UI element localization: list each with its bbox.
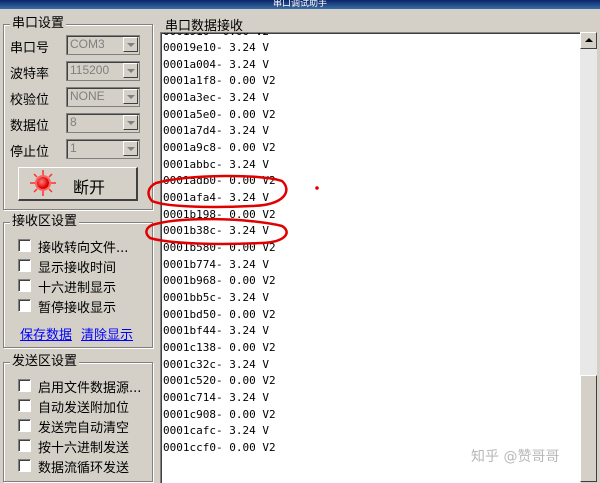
parity-select[interactable]: NONE [66,87,140,107]
scroll-up-button[interactable] [580,32,597,49]
send-option-row[interactable]: 发送完自动清空 [18,417,148,436]
receive-line: 0001b968- 0.00 V2 [163,274,276,287]
parity-row: 校验位 NONE [10,87,148,108]
receive-line: 0001b198- 0.00 V2 [163,208,276,221]
send-settings-title: 发送区设置 [10,354,80,370]
receive-settings-group: 接收区设置 接收转向文件... 显示接收时间 十六进制显示 暂停接收显示 保存数… [3,214,153,348]
checkbox[interactable] [18,279,31,292]
watermark: 知乎 @赞哥哥 [471,449,560,465]
receive-settings-title: 接收区设置 [10,214,80,230]
recv-option-label: 十六进制显示 [38,281,117,296]
stopbits-label: 停止位 [10,145,50,160]
checkbox[interactable] [18,439,31,452]
receive-line: 0001abbc- 3.24 V [163,158,269,171]
chevron-down-icon[interactable] [123,63,138,78]
disconnect-button[interactable]: 断开 [18,167,138,201]
send-option-label: 发送完自动清空 [38,421,130,436]
stopbits-select[interactable]: 1 [66,139,140,159]
receive-line: 0001b774- 3.24 V [163,258,269,271]
baud-select[interactable]: 115200 [66,61,140,81]
window-title: 串口调试助手 [272,0,327,9]
receive-line: 0001c32c- 3.24 V [163,358,269,371]
checkbox[interactable] [18,239,31,252]
serial-settings-title: 串口设置 [10,16,67,32]
send-option-label: 启用文件数据源... [38,381,142,396]
window-titlebar: 串口调试助手 [0,0,600,9]
receive-line: 0001a004- 3.24 V [163,58,269,71]
serial-settings-group: 串口设置 串口号 COM3 波特率 115200 校验位 NONE 数据位 8 … [3,16,153,210]
send-option-label: 按十六进制发送 [38,441,130,456]
led-indicator-icon [37,177,49,189]
recv-option-label: 显示接收时间 [38,261,117,276]
baud-label: 波特率 [10,67,50,82]
receive-line: 0001c714- 3.24 V [163,391,269,404]
checkbox[interactable] [18,379,31,392]
receive-line: 00019e10- 3.24 V [163,41,269,54]
receive-textarea[interactable]: 0001910- 0.00 V2 00019e10- 3.24 V 0001a0… [160,32,581,483]
chevron-down-icon[interactable] [123,89,138,104]
receive-line: 0001a7d4- 3.24 V [163,124,269,137]
receive-scrollbar[interactable] [580,32,597,482]
receive-line: 0001adb0- 0.00 V2 [163,174,276,187]
receive-line: 0001a1f8- 0.00 V2 [163,74,276,87]
send-settings-group: 发送区设置 启用文件数据源... 自动发送附加位 发送完自动清空 按十六进制发送… [3,354,153,482]
receive-line: 0001afa4- 3.24 V [163,191,269,204]
recv-option-row[interactable]: 十六进制显示 [18,277,148,296]
port-label: 串口号 [10,41,50,56]
receive-line: 0001a5e0- 0.00 V2 [163,108,276,121]
receive-line: 0001c520- 0.00 V2 [163,374,276,387]
send-option-label: 自动发送附加位 [38,401,130,416]
port-row: 串口号 COM3 [10,35,148,56]
receive-line: 0001bb5c- 3.24 V [163,291,269,304]
recv-option-label: 接收转向文件... [38,241,129,256]
send-option-row[interactable]: 数据流循环发送 [18,457,148,476]
baud-row: 波特率 115200 [10,61,148,82]
port-select[interactable]: COM3 [66,35,140,55]
receive-line: 0001a9c8- 0.00 V2 [163,141,276,154]
checkbox[interactable] [18,299,31,312]
checkbox[interactable] [18,459,31,472]
databits-label: 数据位 [10,119,50,134]
port-value: COM3 [70,37,105,51]
disconnect-label: 断开 [73,178,106,197]
checkbox[interactable] [18,419,31,432]
receive-line: 0001910- 0.00 V2 [163,33,269,40]
checkbox[interactable] [18,399,31,412]
databits-select[interactable]: 8 [66,113,140,133]
send-option-row[interactable]: 启用文件数据源... [18,377,148,396]
clear-display-link[interactable]: 清除显示 [81,324,133,343]
stopbits-value: 1 [70,141,77,155]
receive-line: 0001a3ec- 3.24 V [163,91,269,104]
recv-option-row[interactable]: 接收转向文件... [18,237,148,256]
arrow-up-icon [585,38,593,42]
databits-row: 数据位 8 [10,113,148,134]
recv-option-label: 暂停接收显示 [38,301,117,316]
receive-line: 0001c908- 0.00 V2 [163,408,276,421]
recv-option-row[interactable]: 暂停接收显示 [18,297,148,316]
send-option-label: 数据流循环发送 [38,461,130,476]
recv-option-row[interactable]: 显示接收时间 [18,257,148,276]
databits-value: 8 [70,115,77,129]
send-option-row[interactable]: 按十六进制发送 [18,437,148,456]
chevron-down-icon[interactable] [123,115,138,130]
receive-line: 0001cafc- 3.24 V [163,424,269,437]
parity-value: NONE [70,89,105,103]
receive-line: 0001bf44- 3.24 V [163,324,269,337]
stopbits-row: 停止位 1 [10,139,148,160]
receive-line: 0001ccf0- 0.00 V2 [163,441,276,454]
checkbox[interactable] [18,259,31,272]
send-option-row[interactable]: 自动发送附加位 [18,397,148,416]
chevron-down-icon[interactable] [123,141,138,156]
receive-line: 0001b580- 0.00 V2 [163,241,276,254]
parity-label: 校验位 [10,93,50,108]
receive-line: 0001bd50- 0.00 V2 [163,308,276,321]
scroll-thumb[interactable] [580,375,597,482]
receive-line: 0001b38c- 3.24 V [163,224,269,237]
save-data-link[interactable]: 保存数据 [20,324,72,343]
chevron-down-icon[interactable] [123,37,138,52]
baud-value: 115200 [70,63,110,77]
receive-line: 0001c138- 0.00 V2 [163,341,276,354]
